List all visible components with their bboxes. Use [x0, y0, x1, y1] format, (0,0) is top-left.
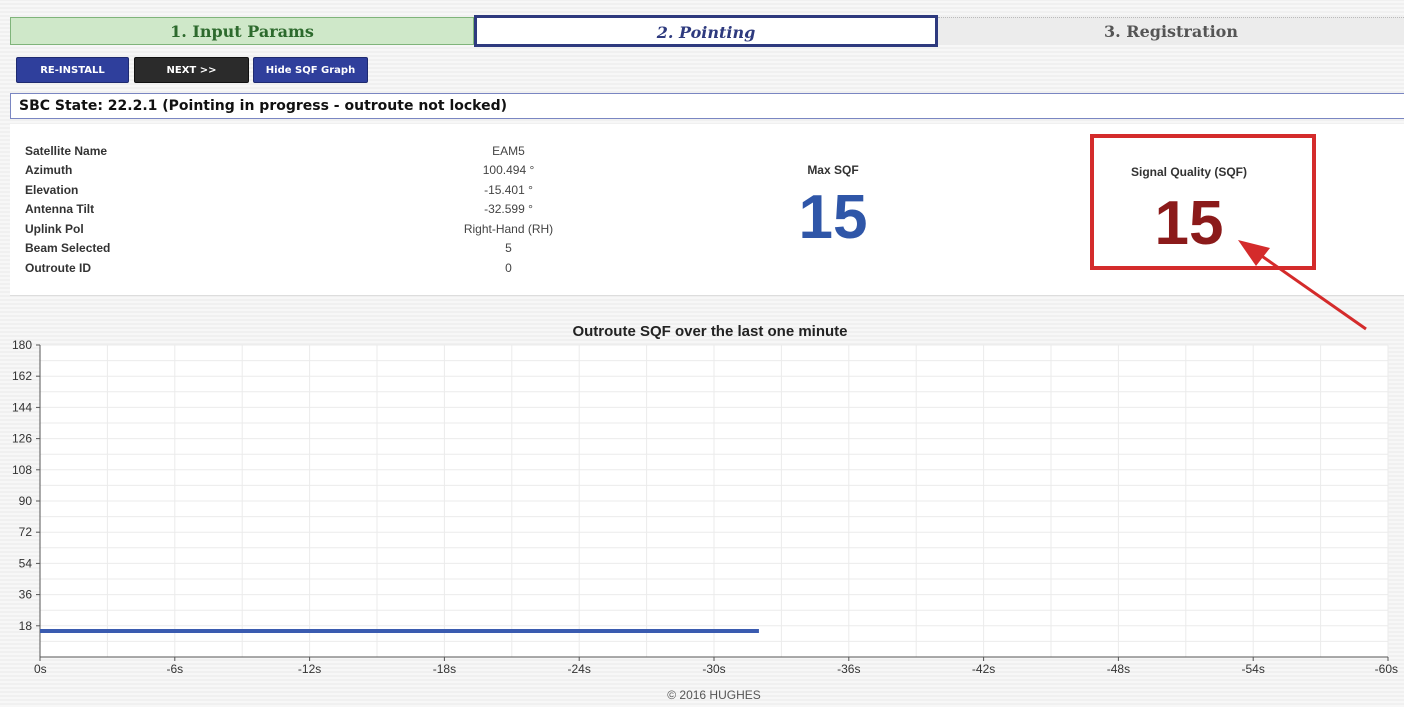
y-tick-label: 90	[19, 494, 33, 508]
info-value-azimuth: 100.494 °	[482, 163, 535, 177]
info-value-satellite-name: EAM5	[492, 144, 525, 158]
wizard-tabs: 1. Input Params 2. Pointing 3. Registrat…	[10, 15, 1404, 47]
tab-pointing[interactable]: 2. Pointing	[474, 15, 938, 47]
info-label-antenna-tilt: Antenna Tilt	[25, 202, 95, 216]
y-tick-label: 144	[12, 400, 32, 414]
tab-input-params[interactable]: 1. Input Params	[10, 17, 474, 45]
max-sqf-value: 15	[798, 183, 868, 252]
x-tick-label: -54s	[1242, 662, 1265, 676]
x-tick-label: -60s	[1375, 662, 1398, 676]
info-value-outroute-id: 0	[505, 261, 512, 275]
sqf-line-chart: 18 36 54 72 90 108 126 144 162 180 0s -6s -12s -18s -2…	[12, 338, 1398, 676]
y-tick-label: 36	[19, 588, 33, 602]
y-tick-label: 54	[19, 556, 33, 570]
y-tick-label: 162	[12, 369, 32, 383]
footer-copyright: © 2016 HUGHES	[667, 688, 761, 702]
info-label-uplink-pol: Uplink Pol	[25, 222, 84, 236]
x-tick-label: -30s	[702, 662, 725, 676]
x-tick-label: -42s	[972, 662, 995, 676]
y-tick-label: 126	[12, 432, 32, 446]
max-sqf-label: Max SQF	[807, 163, 859, 177]
x-tick-label: -18s	[433, 662, 456, 676]
y-tick-label: 180	[12, 338, 32, 352]
sqf-label: Signal Quality (SQF)	[1130, 165, 1247, 179]
y-tick-label: 108	[12, 463, 32, 477]
info-value-elevation: -15.401 °	[484, 183, 533, 197]
info-label-satellite-name: Satellite Name	[25, 144, 108, 158]
info-label-beam-selected: Beam Selected	[25, 241, 111, 255]
y-tick-label: 72	[19, 525, 33, 539]
info-value-uplink-pol: Right-Hand (RH)	[463, 222, 554, 236]
info-label-outroute-id: Outroute ID	[25, 261, 91, 275]
tab-registration[interactable]: 3. Registration	[938, 17, 1404, 45]
info-value-antenna-tilt: -32.599 °	[484, 202, 533, 216]
info-value-beam-selected: 5	[505, 241, 512, 255]
info-label-azimuth: Azimuth	[25, 163, 73, 177]
x-tick-label: -12s	[298, 662, 321, 676]
x-tick-label: -36s	[837, 662, 860, 676]
x-tick-label: -48s	[1107, 662, 1130, 676]
next-button[interactable]: NEXT >>	[134, 57, 249, 83]
x-tick-label: -24s	[568, 662, 591, 676]
sbc-state-bar: SBC State: 22.2.1 (Pointing in progress …	[10, 93, 1404, 119]
annotation-arrow	[1238, 240, 1367, 331]
x-tick-label: -6s	[166, 662, 183, 676]
x-tick-label: 0s	[34, 662, 47, 676]
info-label-elevation: Elevation	[25, 183, 79, 197]
hide-sqf-graph-button[interactable]: Hide SQF Graph	[253, 57, 368, 83]
reinstall-button[interactable]: RE-INSTALL	[16, 57, 129, 83]
y-tick-label: 18	[19, 619, 33, 633]
